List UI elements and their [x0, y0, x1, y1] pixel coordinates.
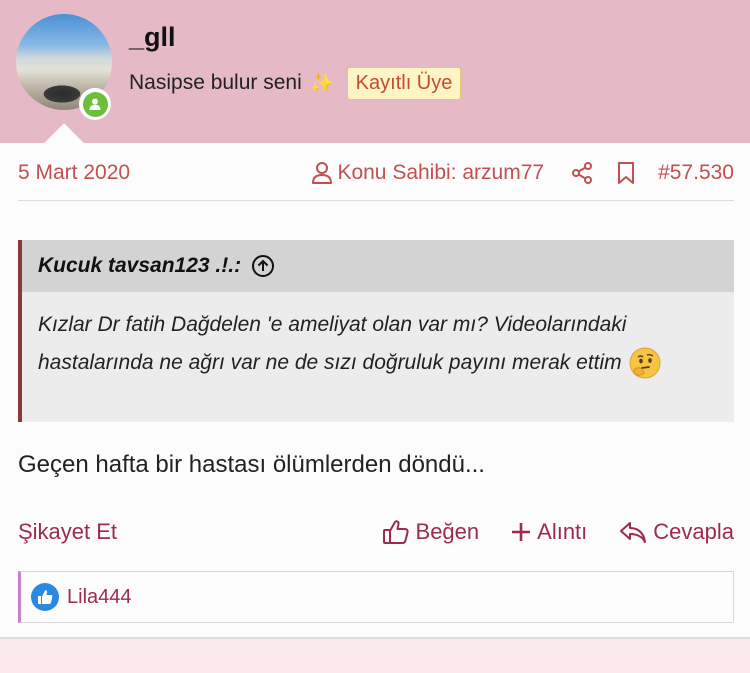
quote-author[interactable]: Kucuk tavsan123 .!.: [38, 254, 241, 278]
reply-icon [620, 522, 647, 543]
post-header: _gll Nasipse bulur seni ✨ Kayıtlı Üye [0, 0, 750, 163]
plus-icon [512, 523, 531, 541]
reply-label: Cevapla [653, 519, 734, 544]
user-icon [312, 162, 333, 184]
post-message: Geçen hafta bir hastası ölümlerden döndü… [18, 451, 485, 478]
thumbs-up-icon [382, 520, 409, 544]
share-icon [572, 162, 593, 184]
quote-text-container: Kızlar Dr fatih Dağdelen 'e ameliyat ola… [22, 292, 734, 382]
user-tagline: Nasipse bulur seni [129, 71, 302, 94]
quote-block: Kucuk tavsan123 .!.: Kızlar Dr fatih Dağ… [18, 240, 734, 422]
user-subline: Nasipse bulur seni ✨ Kayıtlı Üye [129, 66, 462, 100]
quote-header[interactable]: Kucuk tavsan123 .!.: [22, 240, 734, 292]
share-button[interactable] [570, 161, 594, 185]
thinking-emoji [628, 346, 662, 380]
quote-text: Kızlar Dr fatih Dağdelen 'e ameliyat ola… [38, 313, 627, 374]
user-title-badge: Kayıtlı Üye [346, 66, 462, 100]
arrow-up-circle-icon[interactable] [251, 254, 275, 278]
like-reaction-icon [31, 583, 59, 611]
like-label: Beğen [415, 519, 480, 544]
thread-owner-label: Konu Sahibi: arzum77 [337, 161, 545, 184]
reactions-bar[interactable]: Lila444 [18, 571, 734, 623]
reaction-users[interactable]: Lila444 [67, 586, 132, 609]
post-number-link[interactable]: #57.530 [658, 161, 734, 185]
username[interactable]: _gll [129, 22, 176, 53]
quote-label: Alıntı [537, 519, 588, 544]
post-meta-bar: 5 Mart 2020 Konu Sahibi: arzum77 #57.530 [18, 161, 734, 201]
post-card: 5 Mart 2020 Konu Sahibi: arzum77 #57.530 [0, 143, 750, 639]
like-button[interactable]: Beğen [382, 519, 480, 545]
sparkle-icon: ✨ [309, 72, 335, 95]
post-date[interactable]: 5 Mart 2020 [18, 161, 311, 185]
avatar-container[interactable] [16, 14, 112, 120]
quote-button[interactable]: Alıntı [511, 519, 587, 545]
bookmark-button[interactable] [616, 161, 636, 185]
user-online-icon [89, 98, 101, 110]
online-status-indicator [79, 88, 111, 120]
thumbs-up-small-icon [38, 590, 53, 604]
post-actions: Şikayet Et Beğen Alıntı Cevapla [18, 515, 734, 549]
bookmark-icon [618, 162, 635, 184]
report-button[interactable]: Şikayet Et [18, 519, 350, 545]
reply-button[interactable]: Cevapla [619, 519, 734, 545]
thread-owner: Konu Sahibi: arzum77 [311, 161, 544, 185]
